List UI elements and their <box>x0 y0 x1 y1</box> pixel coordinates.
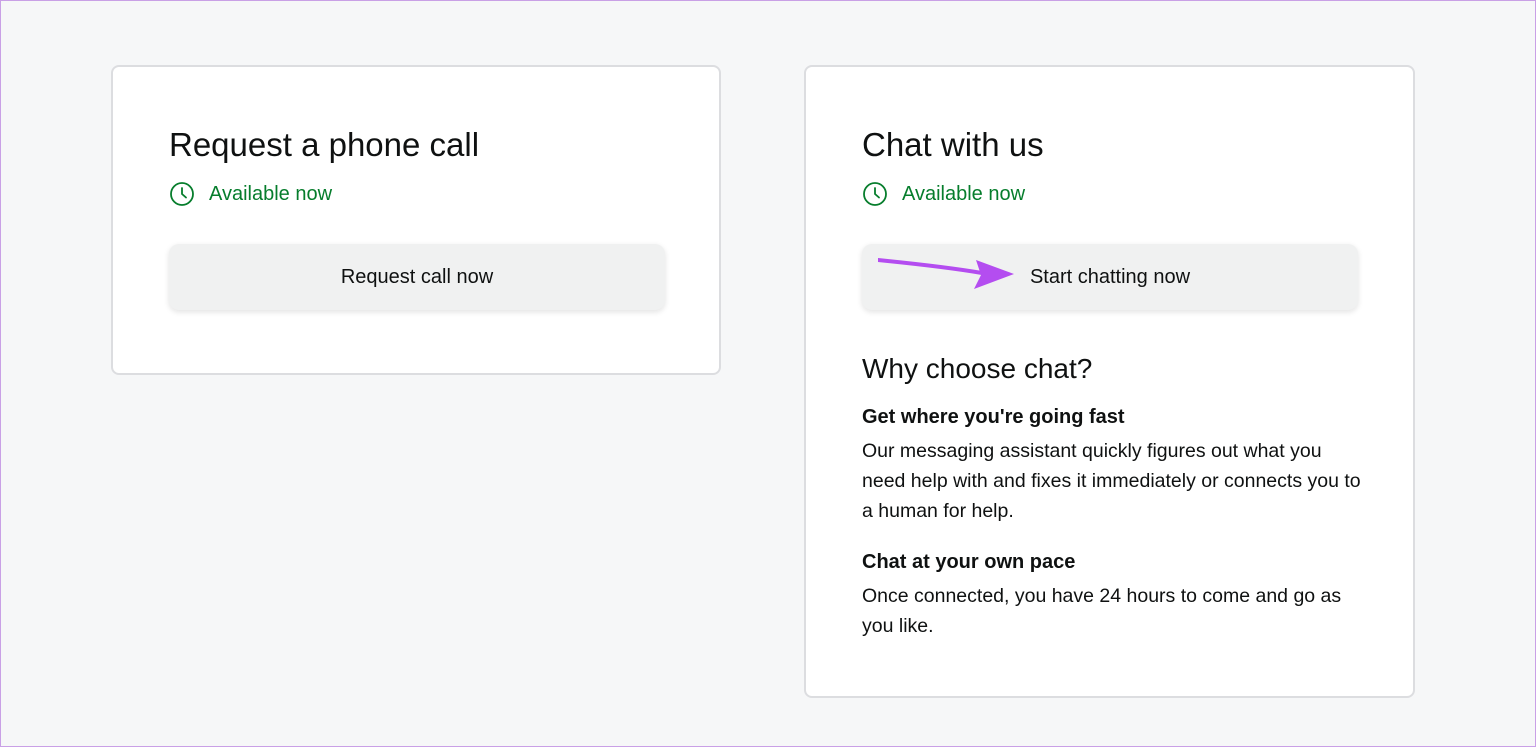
phone-availability-text: Available now <box>209 182 333 205</box>
chat-card-title: Chat with us <box>862 126 1044 163</box>
request-call-button[interactable]: Request call now <box>169 244 665 310</box>
benefit-heading: Chat at your own pace <box>862 551 1076 573</box>
chat-availability: Available now <box>862 181 1025 207</box>
chat-availability-text: Available now <box>902 182 1026 205</box>
clock-icon <box>862 181 888 207</box>
phone-call-card: Request a phone call Available now Reque… <box>111 65 721 375</box>
phone-card-title: Request a phone call <box>169 126 480 163</box>
why-choose-chat-heading: Why choose chat? <box>862 353 1093 384</box>
chat-card: Chat with us Available now Start chattin… <box>804 65 1415 698</box>
benefit-text: Once connected, you have 24 hours to com… <box>862 585 1342 637</box>
clock-icon <box>169 181 195 207</box>
benefit-text: Our messaging assistant quickly figures … <box>862 440 1361 522</box>
benefit-heading: Get where you're going fast <box>862 406 1125 428</box>
phone-availability: Available now <box>169 181 332 207</box>
start-chatting-button[interactable]: Start chatting now <box>862 244 1358 310</box>
